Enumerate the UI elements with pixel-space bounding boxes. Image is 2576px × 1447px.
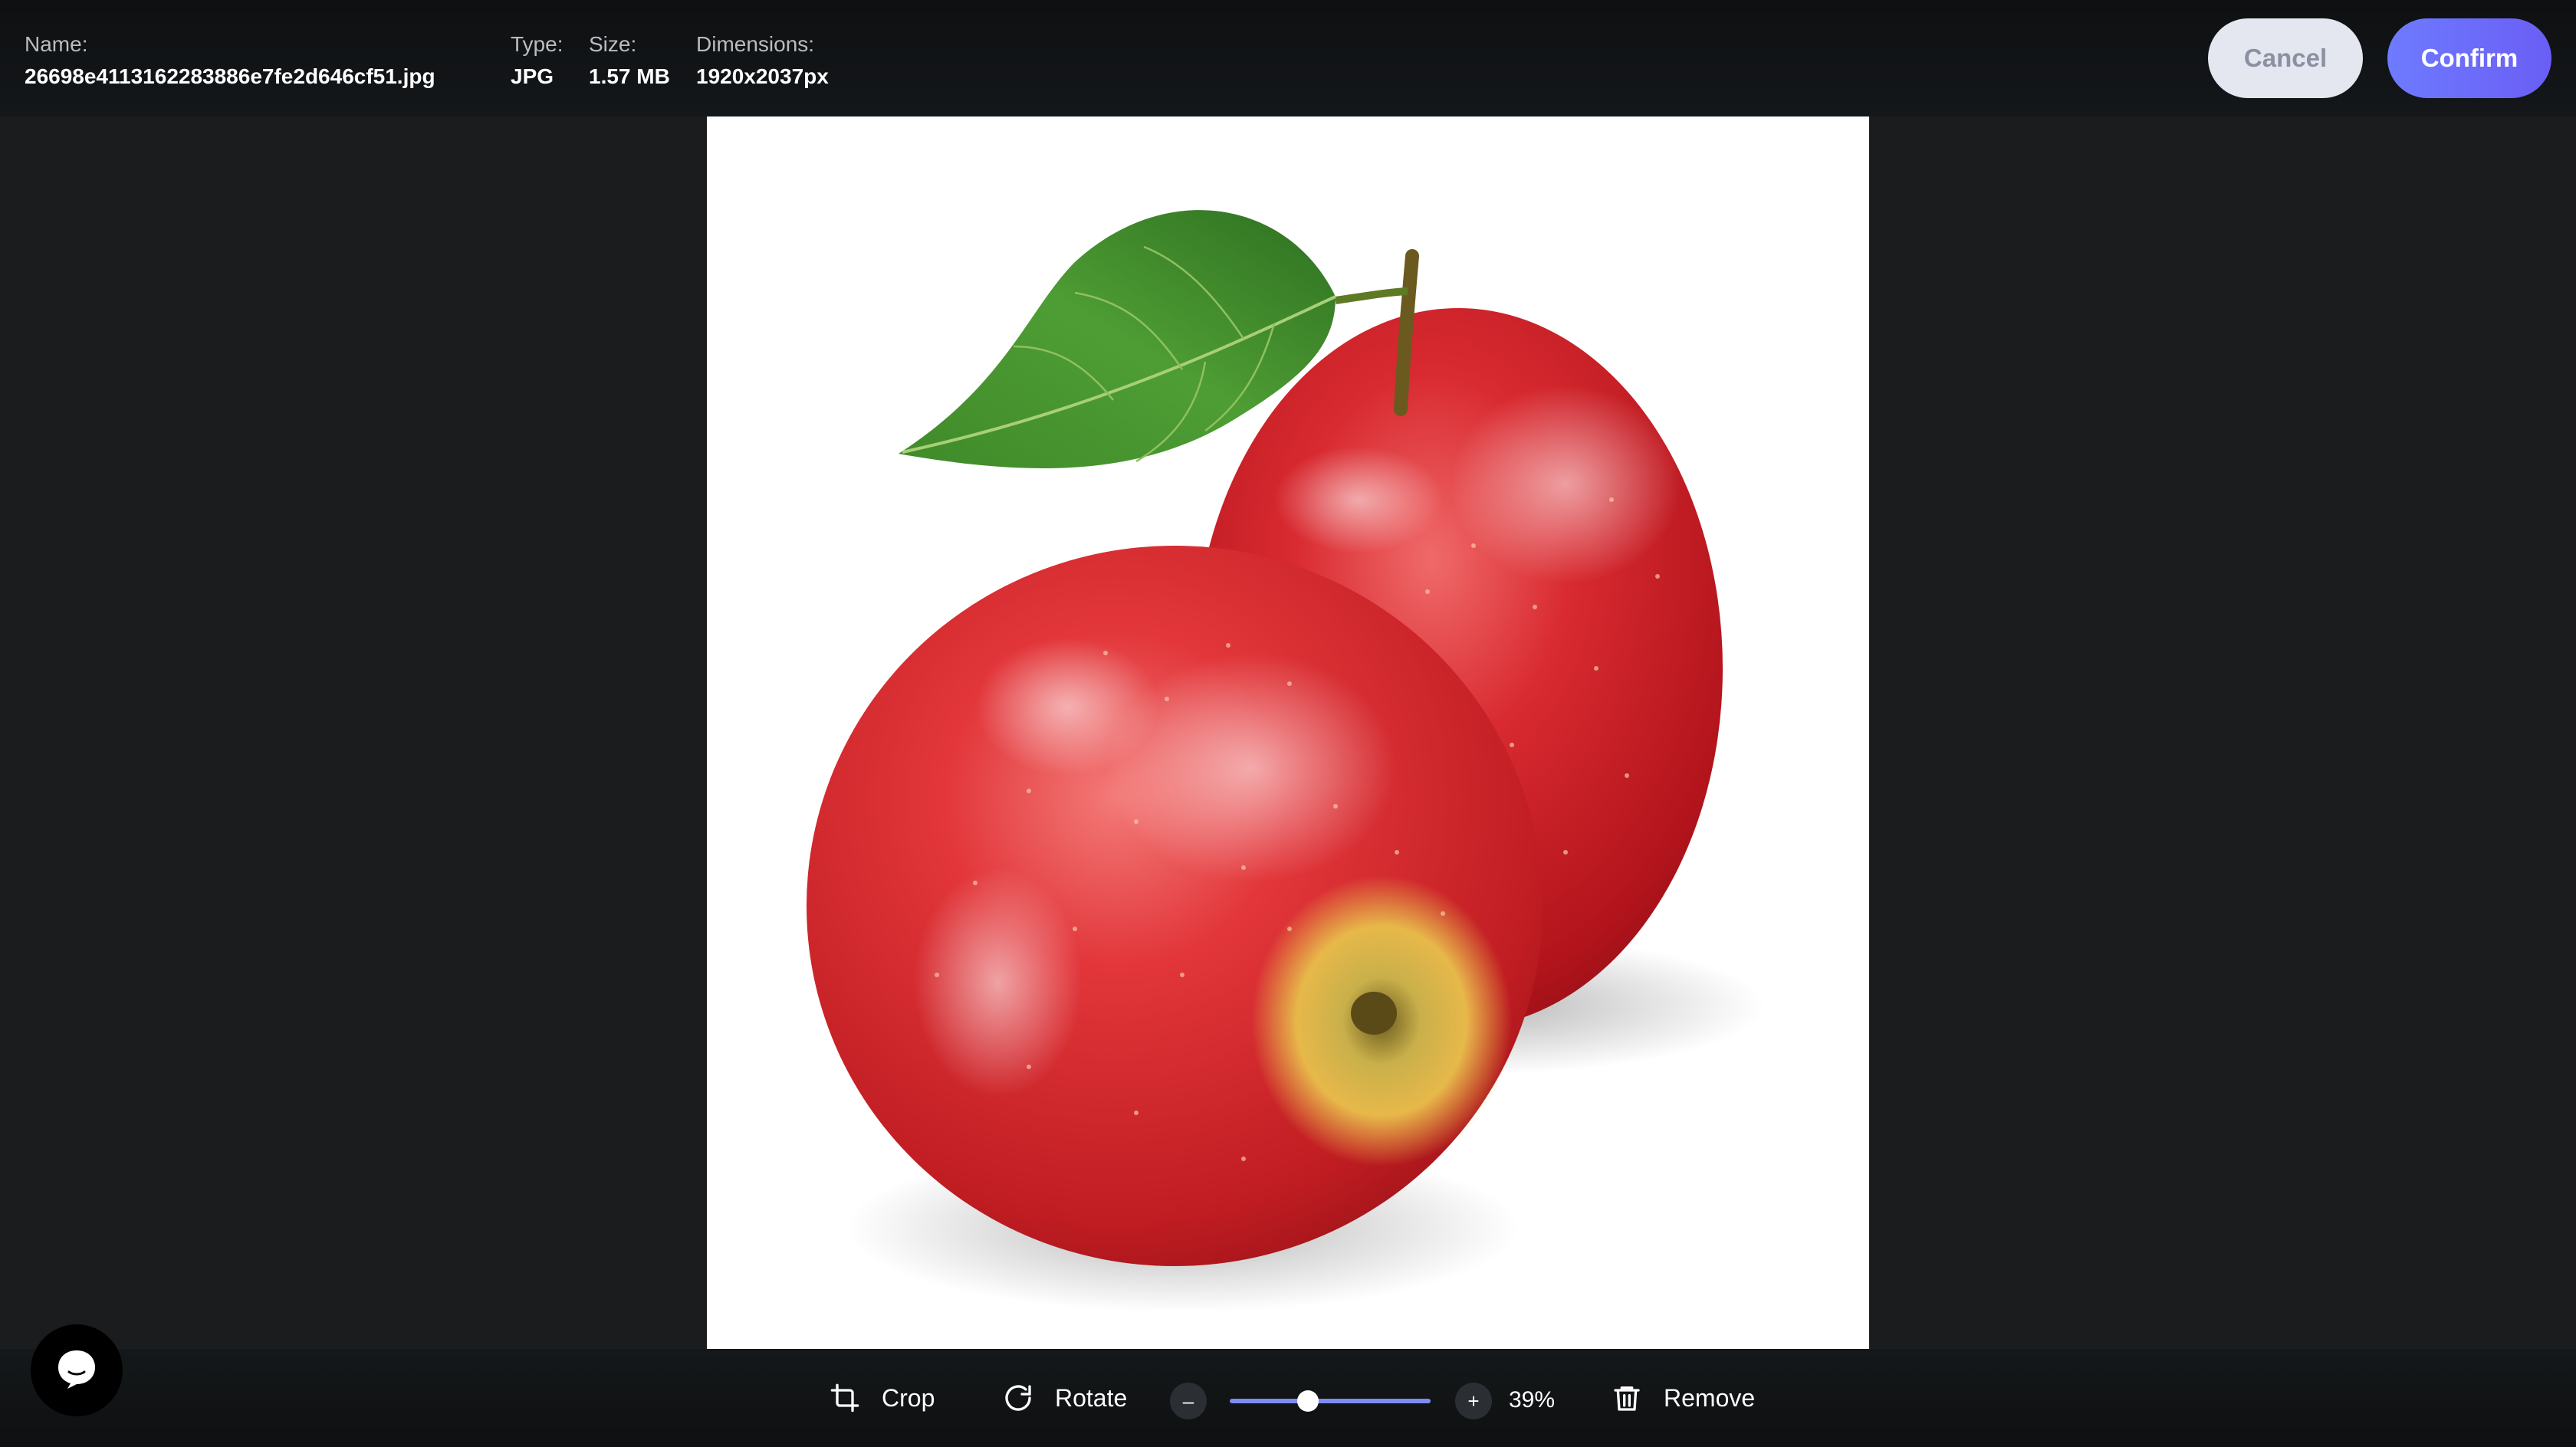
- remove-button[interactable]: Remove: [1610, 1376, 1755, 1419]
- image-preview[interactable]: [707, 116, 1869, 1349]
- zoom-slider-thumb[interactable]: [1297, 1390, 1319, 1412]
- file-size-label: Size:: [589, 32, 637, 56]
- confirm-button[interactable]: Confirm: [2387, 18, 2551, 98]
- file-name-value: 26698e4113162283886e7fe2d646cf51.jpg: [25, 64, 435, 88]
- crop-label: Crop: [882, 1383, 935, 1412]
- file-name-label: Name:: [25, 32, 88, 56]
- apples-photo: [807, 210, 1765, 1312]
- crop-button[interactable]: Crop: [828, 1376, 935, 1419]
- zoom-in-button[interactable]: +: [1455, 1383, 1492, 1419]
- chat-bubble-icon: [52, 1344, 101, 1397]
- file-size-value: 1.57 MB: [589, 64, 670, 88]
- zoom-out-button[interactable]: –: [1170, 1383, 1207, 1419]
- file-type-meta: Type: JPG: [511, 31, 563, 90]
- zoom-slider-track: [1230, 1399, 1431, 1403]
- file-size-meta: Size: 1.57 MB: [589, 31, 670, 90]
- header-bar: Name: 26698e4113162283886e7fe2d646cf51.j…: [0, 0, 2576, 116]
- trash-icon: [1610, 1381, 1644, 1415]
- image-editor-modal: Name: 26698e4113162283886e7fe2d646cf51.j…: [0, 0, 2576, 1447]
- remove-label: Remove: [1664, 1383, 1756, 1412]
- rotate-label: Rotate: [1055, 1383, 1128, 1412]
- file-dimensions-meta: Dimensions: 1920x2037px: [696, 31, 829, 90]
- rotate-icon: [1001, 1381, 1035, 1415]
- zoom-percentage: 39%: [1509, 1387, 1556, 1413]
- chat-launcher-button[interactable]: [31, 1324, 123, 1416]
- crop-icon: [828, 1381, 862, 1415]
- cancel-button[interactable]: Cancel: [2208, 18, 2363, 98]
- file-dimensions-value: 1920x2037px: [696, 64, 829, 88]
- file-type-value: JPG: [511, 64, 554, 88]
- zoom-slider[interactable]: [1230, 1389, 1431, 1413]
- file-name-meta: Name: 26698e4113162283886e7fe2d646cf51.j…: [25, 31, 435, 90]
- rotate-button[interactable]: Rotate: [1001, 1376, 1127, 1419]
- file-type-label: Type:: [511, 32, 564, 56]
- file-dimensions-label: Dimensions:: [696, 32, 815, 56]
